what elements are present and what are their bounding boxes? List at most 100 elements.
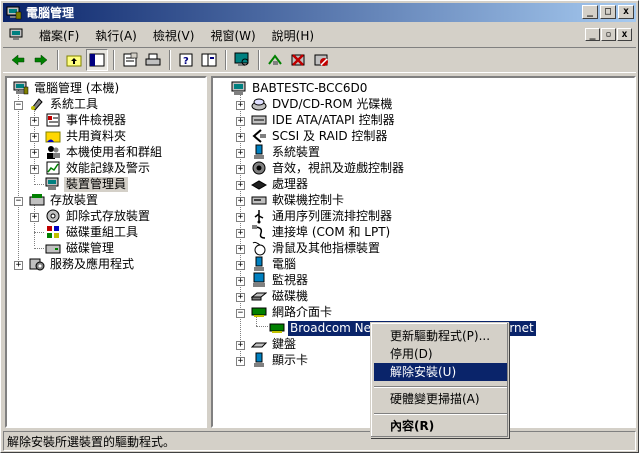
expand-dvd-toggle[interactable]: + — [236, 101, 245, 110]
removable-storage-icon — [46, 209, 60, 223]
device-category-scsi[interactable]: SCSI 及 RAID 控制器 — [251, 128, 389, 144]
child-minimize-button[interactable]: _ — [585, 28, 600, 41]
processor-icon — [251, 180, 267, 190]
expand-services-toggle[interactable]: + — [14, 261, 23, 270]
context-properties[interactable]: 內容(R) — [374, 417, 507, 435]
up-level-button[interactable] — [63, 49, 85, 71]
collapse-storage-toggle[interactable]: − — [14, 197, 23, 206]
tree-label: 磁碟管理 — [66, 240, 115, 255]
device-category-ide[interactable]: IDE ATA/ATAPI 控制器 — [251, 112, 397, 128]
console-tree-pane[interactable]: 電腦管理 (本機) − 系統工具 + 事件檢視器 + 共用資料夾 + 本機使用者… — [5, 76, 207, 428]
expand-local-users-toggle[interactable]: + — [30, 149, 39, 158]
tree-node-local-users[interactable]: 本機使用者和群組 — [45, 144, 164, 160]
expand-removable-storage-toggle[interactable]: + — [30, 213, 39, 222]
device-category-floppy-controller[interactable]: 軟碟機控制卡 — [251, 192, 346, 208]
tree-label: 效能記錄及警示 — [66, 160, 151, 175]
expand-disk-drives-toggle[interactable]: + — [236, 293, 245, 302]
device-category-keyboards[interactable]: 鍵盤 — [251, 336, 298, 352]
minimize-button[interactable]: _ — [582, 5, 598, 19]
expand-perf-logs-toggle[interactable]: + — [30, 165, 39, 174]
expand-mice-toggle[interactable]: + — [236, 245, 245, 254]
tree-connector — [256, 326, 268, 327]
forward-button[interactable] — [30, 49, 52, 71]
expand-shared-folders-toggle[interactable]: + — [30, 133, 39, 142]
expand-event-viewer-toggle[interactable]: + — [30, 117, 39, 126]
tree-label: 本機使用者和群組 — [66, 144, 163, 159]
disable-button[interactable] — [310, 49, 332, 71]
ide-controller-icon — [251, 115, 267, 125]
expand-monitors-toggle[interactable]: + — [236, 277, 245, 286]
tree-node-disk-defragmenter[interactable]: 磁碟重組工具 — [45, 224, 140, 240]
tree-node-storage[interactable]: 存放裝置 — [29, 192, 100, 208]
menu-help[interactable]: 說明(H) — [264, 27, 322, 44]
device-category-system[interactable]: 系統裝置 — [251, 144, 322, 160]
context-update-driver[interactable]: 更新驅動程式(P)... — [374, 327, 507, 345]
tree-node-computer-management[interactable]: 電腦管理 (本機) — [13, 80, 121, 96]
show-hide-tree-button[interactable] — [86, 49, 108, 71]
tree-label: 監視器 — [272, 272, 309, 287]
tree-node-removable-storage[interactable]: 卸除式存放裝置 — [45, 208, 152, 224]
collapse-system-tools-toggle[interactable]: − — [14, 101, 23, 110]
expand-ide-toggle[interactable]: + — [236, 117, 245, 126]
device-category-ports[interactable]: 連接埠 (COM 和 LPT) — [251, 224, 392, 240]
collapse-network-adapters-toggle[interactable]: − — [236, 309, 245, 318]
properties-button[interactable] — [119, 49, 141, 71]
device-category-dvd[interactable]: DVD/CD-ROM 光碟機 — [251, 96, 394, 112]
tree-label: SCSI 及 RAID 控制器 — [272, 128, 388, 143]
expand-scsi-toggle[interactable]: + — [236, 133, 245, 142]
context-uninstall[interactable]: 解除安裝(U) — [374, 363, 507, 381]
close-button[interactable]: x — [618, 5, 634, 19]
device-category-processors[interactable]: 處理器 — [251, 176, 310, 192]
expand-keyboards-toggle[interactable]: + — [236, 341, 245, 350]
menu-file[interactable]: 檔案(F) — [31, 27, 87, 44]
context-scan-hardware[interactable]: 硬體變更掃描(A) — [374, 390, 507, 408]
child-restore-button[interactable]: ▫ — [601, 28, 616, 41]
tree-connector — [34, 248, 44, 249]
tree-node-shared-folders[interactable]: 共用資料夾 — [45, 128, 128, 144]
tree-node-disk-management[interactable]: 磁碟管理 — [45, 240, 116, 256]
maximize-button[interactable]: □ — [600, 5, 616, 19]
tree-label: 處理器 — [272, 176, 309, 191]
device-category-monitors[interactable]: 監視器 — [251, 272, 310, 288]
device-tree-root[interactable]: BABTESTC-BCC6D0 — [231, 80, 369, 96]
device-category-sound[interactable]: 音效，視訊及遊戲控制器 — [251, 160, 406, 176]
system-device-icon — [254, 144, 264, 159]
expand-floppy-controller-toggle[interactable]: + — [236, 197, 245, 206]
console-icon[interactable] — [9, 28, 25, 42]
tree-label: 系統工具 — [50, 96, 99, 111]
menu-action[interactable]: 執行(A) — [87, 27, 145, 44]
device-category-disk-drives[interactable]: 磁碟機 — [251, 288, 310, 304]
menu-window[interactable]: 視窗(W) — [202, 27, 263, 44]
expand-sound-toggle[interactable]: + — [236, 165, 245, 174]
tree-node-system-tools[interactable]: 系統工具 — [29, 96, 100, 112]
tree-node-performance-logs[interactable]: 效能記錄及警示 — [45, 160, 152, 176]
computer-management-window: 電腦管理 _ □ x 檔案(F) 執行(A) 檢視(V) 視窗(W) 說明(H)… — [0, 0, 639, 453]
uninstall-button[interactable] — [287, 49, 309, 71]
help-button[interactable]: ? — [175, 49, 197, 71]
device-category-usb[interactable]: 通用序列匯流排控制器 — [251, 208, 394, 224]
device-category-computer[interactable]: 電腦 — [251, 256, 298, 272]
defrag-icon — [47, 226, 59, 238]
device-context-menu: 更新驅動程式(P)... 停用(D) 解除安裝(U) 硬體變更掃描(A) 內容(… — [370, 322, 509, 438]
device-category-mice[interactable]: 滑鼠及其他指標裝置 — [251, 240, 382, 256]
tree-node-event-viewer[interactable]: 事件檢視器 — [45, 112, 128, 128]
tree-label: 軟碟機控制卡 — [272, 192, 345, 207]
tree-node-device-manager[interactable]: 裝置管理員 — [45, 176, 129, 192]
expand-ports-toggle[interactable]: + — [236, 229, 245, 238]
menu-view[interactable]: 檢視(V) — [145, 27, 203, 44]
expand-system-devices-toggle[interactable]: + — [236, 149, 245, 158]
device-category-display-adapters[interactable]: 顯示卡 — [251, 352, 310, 368]
view-pane-button[interactable] — [198, 49, 220, 71]
back-button[interactable] — [7, 49, 29, 71]
print-button[interactable] — [142, 49, 164, 71]
scan-hardware-button[interactable] — [231, 49, 253, 71]
device-category-network-adapters[interactable]: 網路介面卡 — [251, 304, 334, 320]
expand-processors-toggle[interactable]: + — [236, 181, 245, 190]
update-driver-button[interactable] — [264, 49, 286, 71]
context-disable[interactable]: 停用(D) — [374, 345, 507, 363]
expand-usb-toggle[interactable]: + — [236, 213, 245, 222]
tree-node-services-applications[interactable]: 服務及應用程式 — [29, 256, 136, 272]
expand-computer-toggle[interactable]: + — [236, 261, 245, 270]
child-close-button[interactable]: x — [617, 28, 632, 41]
expand-display-adapters-toggle[interactable]: + — [236, 357, 245, 366]
